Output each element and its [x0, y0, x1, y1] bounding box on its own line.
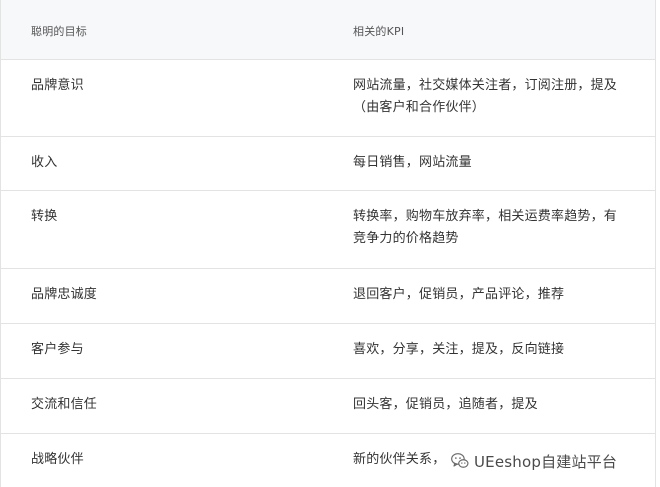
goal-cell: 品牌意识: [31, 78, 84, 93]
table-row: 客户参与 喜欢，分享，关注，提及，反向链接: [1, 323, 655, 378]
table-row: 品牌忠诚度 退回客户，促销员，产品评论，推荐: [1, 268, 655, 323]
goal-cell: 收入: [31, 155, 58, 170]
kpi-cell: 网站流量，社交媒体关注者，订阅注册，提及（由客户和合作伙伴）: [353, 78, 618, 115]
table-header: 聪明的目标 相关的KPI: [1, 0, 655, 59]
header-goal: 聪明的目标: [31, 25, 87, 38]
kpi-cell: 转换率，购物车放弃率，相关运费率趋势，有竞争力的价格趋势: [353, 209, 618, 246]
table-row: 收入 每日销售，网站流量: [1, 136, 655, 190]
table-row: 交流和信任 回头客，促销员，追随者，提及: [1, 378, 655, 433]
goal-cell: 转换: [31, 209, 58, 224]
watermark: UEeshop自建站平台: [450, 447, 617, 475]
wechat-icon: [451, 453, 469, 468]
kpi-table: 聪明的目标 相关的KPI 品牌意识 网站流量，社交媒体关注者，订阅注册，提及（由…: [0, 0, 656, 487]
table-row: 转换 转换率，购物车放弃率，相关运费率趋势，有竞争力的价格趋势: [1, 190, 655, 268]
kpi-cell: 回头客，促销员，追随者，提及: [353, 397, 538, 412]
kpi-cell: 喜欢，分享，关注，提及，反向链接: [353, 342, 565, 357]
kpi-cell: 退回客户，促销员，产品评论，推荐: [353, 287, 565, 302]
goal-cell: 交流和信任: [31, 397, 98, 412]
goal-cell: 战略伙伴: [31, 452, 84, 467]
goal-cell: 品牌忠诚度: [31, 287, 98, 302]
kpi-cell: 每日销售，网站流量: [353, 155, 472, 170]
table-row: 品牌意识 网站流量，社交媒体关注者，订阅注册，提及（由客户和合作伙伴）: [1, 59, 655, 136]
header-kpi: 相关的KPI: [353, 25, 405, 38]
watermark-text: UEeshop自建站平台: [474, 452, 618, 471]
goal-cell: 客户参与: [31, 342, 84, 357]
